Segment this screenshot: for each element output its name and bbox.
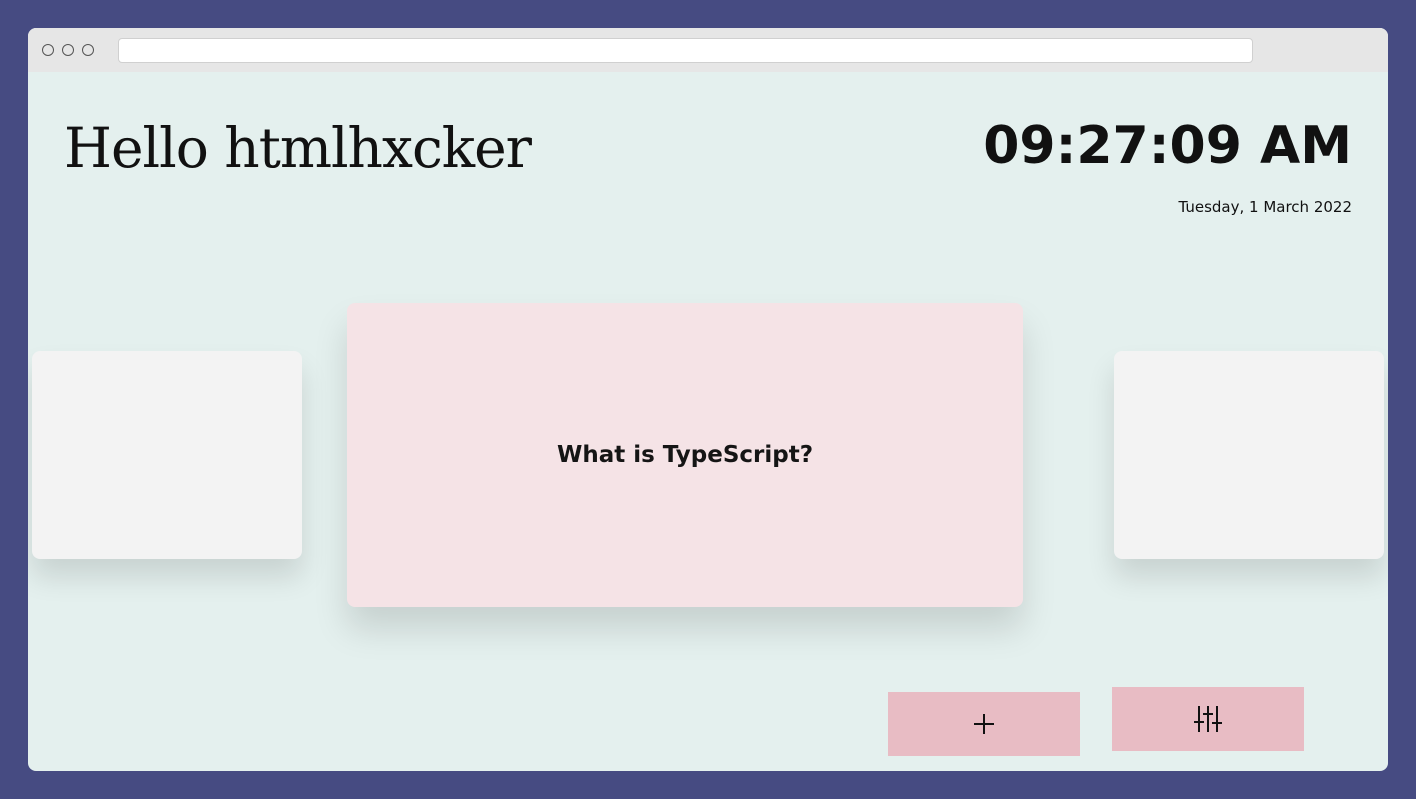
address-bar[interactable]	[118, 38, 1253, 63]
clock-time: 09:27:09 AM	[983, 116, 1352, 176]
plus-icon	[972, 712, 996, 736]
window-maximize-control[interactable]	[82, 44, 94, 56]
next-flashcard[interactable]	[1114, 351, 1384, 559]
greeting-heading: Hello htmlhxcker	[64, 116, 532, 180]
flashcard-question: What is TypeScript?	[556, 442, 814, 468]
current-flashcard[interactable]: What is TypeScript?	[347, 303, 1023, 607]
add-card-button[interactable]	[888, 692, 1080, 756]
window-minimize-control[interactable]	[62, 44, 74, 56]
sliders-icon	[1193, 705, 1223, 733]
settings-button[interactable]	[1112, 687, 1304, 751]
clock-date: Tuesday, 1 March 2022	[1178, 198, 1352, 216]
browser-titlebar	[28, 28, 1388, 72]
window-close-control[interactable]	[42, 44, 54, 56]
previous-flashcard[interactable]	[32, 351, 302, 559]
browser-window: Hello htmlhxcker 09:27:09 AM Tuesday, 1 …	[28, 28, 1388, 771]
